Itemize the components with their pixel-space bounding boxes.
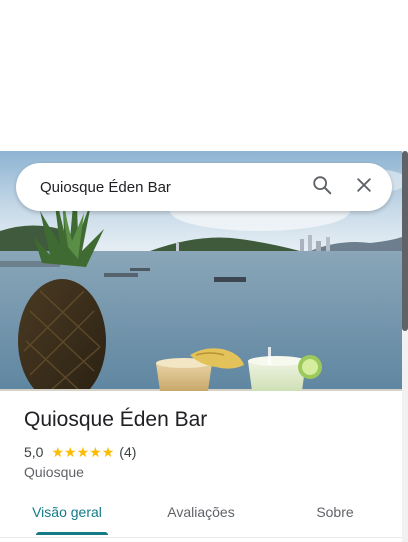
search-icon (311, 174, 333, 201)
scrollbar-thumb[interactable] (402, 151, 408, 331)
close-icon (354, 175, 374, 200)
blank-area (0, 0, 408, 151)
tab-reviews[interactable]: Avaliações (134, 498, 268, 537)
search-input[interactable] (16, 163, 304, 211)
place-title: Quiosque Éden Bar (24, 408, 208, 431)
review-count-link[interactable]: (4) (119, 444, 136, 460)
rating-value: 5,0 (24, 444, 44, 460)
tab-about[interactable]: Sobre (268, 498, 402, 537)
place-category[interactable]: Quiosque (24, 464, 84, 480)
star-icon: ★ (76, 444, 90, 460)
star-icon: ★ (64, 444, 77, 460)
search-button[interactable] (304, 169, 340, 205)
clear-search-button[interactable] (346, 169, 382, 205)
rating-row: 5,0 ★ ★ ★ ★ ★ (4) (24, 444, 136, 460)
star-icon: ★ (51, 444, 65, 460)
active-tab-indicator (36, 532, 108, 535)
search-box[interactable] (16, 163, 392, 211)
rating-stars: ★ ★ ★ ★ ★ (51, 445, 114, 459)
star-icon: ★ (89, 444, 102, 460)
star-icon: ★ (101, 444, 115, 460)
